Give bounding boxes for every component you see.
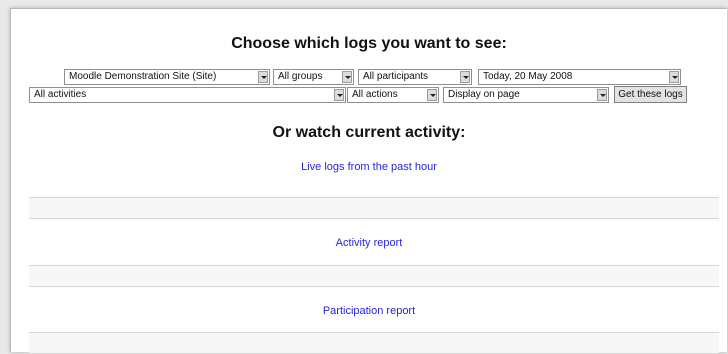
chevron-down-icon xyxy=(669,71,679,83)
chevron-down-icon xyxy=(334,89,344,101)
chevron-down-icon xyxy=(460,71,470,83)
site-select[interactable]: Moodle Demonstration Site (Site) xyxy=(64,69,270,85)
date-select-value: Today, 20 May 2008 xyxy=(483,71,573,82)
get-logs-button[interactable]: Get these logs xyxy=(614,86,687,103)
participants-select-value: All participants xyxy=(363,71,429,82)
chevron-down-icon xyxy=(597,89,607,101)
display-select-value: Display on page xyxy=(448,89,520,100)
date-select[interactable]: Today, 20 May 2008 xyxy=(478,69,681,85)
display-select[interactable]: Display on page xyxy=(443,87,609,103)
live-logs-link[interactable]: Live logs from the past hour xyxy=(11,161,727,173)
chevron-down-icon xyxy=(427,89,437,101)
participation-report-link[interactable]: Participation report xyxy=(11,305,727,317)
divider-band xyxy=(29,197,719,219)
actions-select-value: All actions xyxy=(352,89,398,100)
site-select-value: Moodle Demonstration Site (Site) xyxy=(69,71,217,82)
logs-panel: Choose which logs you want to see: Moodl… xyxy=(10,8,727,354)
activity-report-link[interactable]: Activity report xyxy=(11,237,727,249)
groups-select[interactable]: All groups xyxy=(273,69,354,85)
watch-activity-heading: Or watch current activity: xyxy=(272,124,466,141)
activities-select-value: All activities xyxy=(34,89,87,100)
divider-band xyxy=(29,265,719,287)
groups-select-value: All groups xyxy=(278,71,323,82)
page-title: Choose which logs you want to see: xyxy=(231,35,507,52)
chevron-down-icon xyxy=(258,71,268,83)
activities-select[interactable]: All activities xyxy=(29,87,346,103)
actions-select[interactable]: All actions xyxy=(347,87,439,103)
participants-select[interactable]: All participants xyxy=(358,69,472,85)
chevron-down-icon xyxy=(342,71,352,83)
